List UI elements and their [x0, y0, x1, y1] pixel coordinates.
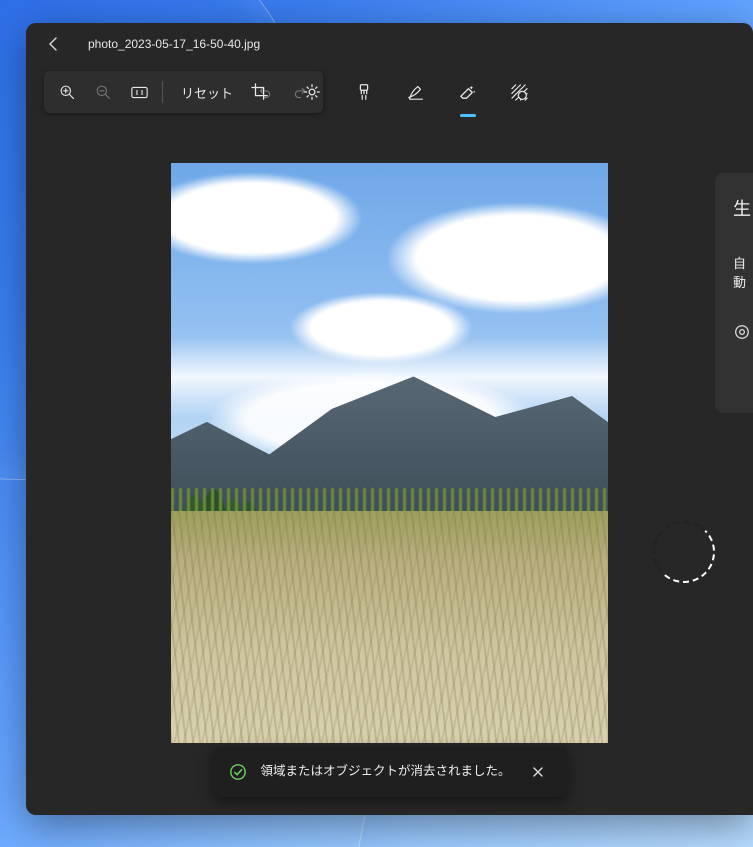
- edit-mode-tabs: [243, 75, 537, 109]
- file-name: photo_2023-05-17_16-50-40.jpg: [88, 37, 260, 51]
- photo-editor-window: photo_2023-05-17_16-50-40.jpg リセット: [26, 23, 753, 815]
- success-icon: [228, 763, 246, 781]
- filter-icon: [355, 83, 373, 101]
- filter-tab[interactable]: [347, 75, 381, 109]
- erase-side-panel: 生 自動: [715, 173, 753, 413]
- titlebar: photo_2023-05-17_16-50-40.jpg: [26, 23, 753, 65]
- toast-close-button[interactable]: [525, 759, 551, 785]
- zoom-out-button[interactable]: [86, 75, 120, 109]
- separator: [162, 81, 163, 103]
- reset-button[interactable]: リセット: [169, 75, 245, 109]
- background-remove-icon: [510, 83, 529, 102]
- brightness-icon: [303, 83, 321, 101]
- fit-screen-icon: [131, 86, 148, 99]
- markup-tab[interactable]: [399, 75, 433, 109]
- toolbar: リセット: [26, 65, 753, 119]
- zoom-out-icon: [95, 84, 112, 101]
- target-icon: [733, 323, 751, 341]
- toast-message: 領域またはオブジェクトが消去されました。: [260, 763, 510, 781]
- zoom-in-button[interactable]: [50, 75, 84, 109]
- fit-screen-button[interactable]: [122, 75, 156, 109]
- back-arrow-icon: [46, 36, 62, 52]
- photo-canvas[interactable]: [171, 163, 608, 743]
- erase-tab[interactable]: [451, 75, 485, 109]
- pen-icon: [407, 83, 425, 101]
- adjust-tab[interactable]: [295, 75, 329, 109]
- canvas-area[interactable]: [26, 119, 753, 815]
- zoom-in-icon: [59, 84, 76, 101]
- eraser-ai-icon: [458, 83, 477, 102]
- panel-subtext: 自動: [733, 253, 753, 291]
- brush-cursor: [653, 521, 715, 583]
- crop-tab[interactable]: [243, 75, 277, 109]
- crop-icon: [251, 83, 269, 101]
- panel-heading: 生: [733, 195, 753, 221]
- toast-notification: 領域またはオブジェクトが消去されました。: [212, 747, 566, 797]
- close-icon: [532, 766, 544, 778]
- background-tab[interactable]: [503, 75, 537, 109]
- back-button[interactable]: [40, 30, 68, 58]
